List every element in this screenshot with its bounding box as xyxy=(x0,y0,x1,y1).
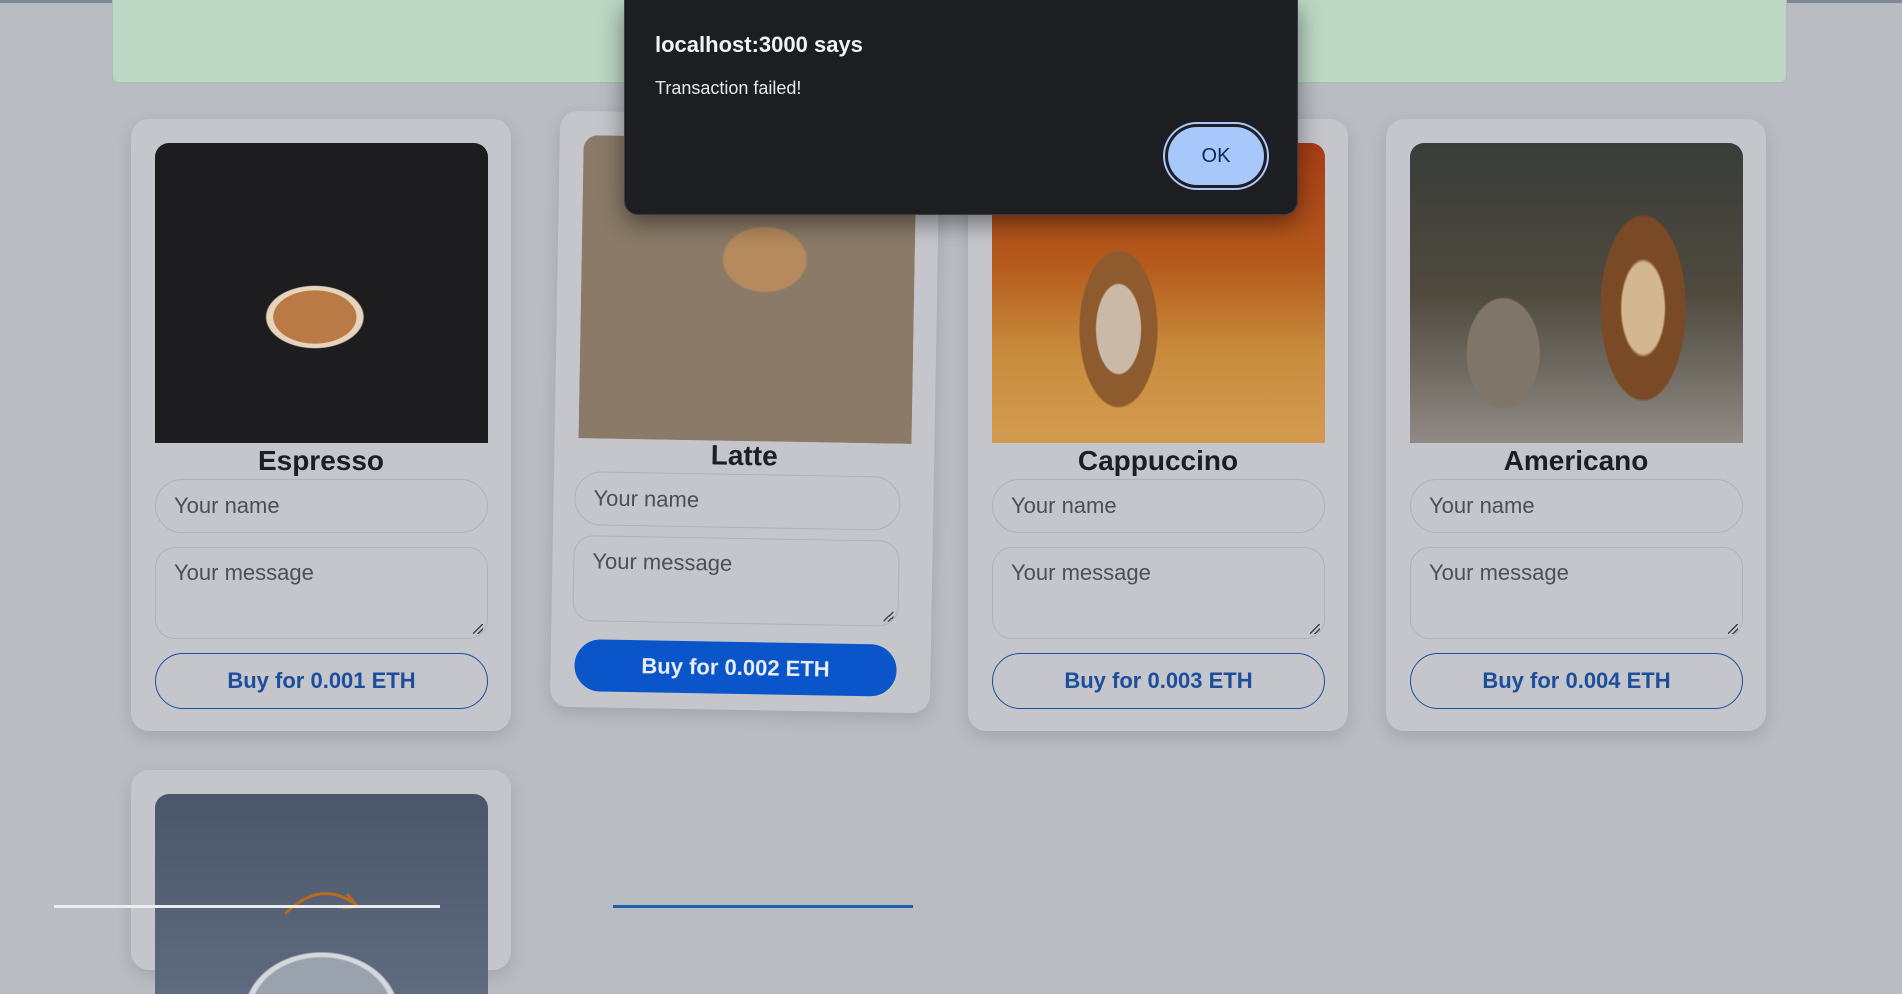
product-title: Americano xyxy=(1503,445,1649,476)
name-input[interactable]: Your name xyxy=(992,479,1325,533)
product-card-fifth xyxy=(131,770,511,994)
ok-button[interactable]: OK xyxy=(1168,127,1264,185)
message-input[interactable]: Your message xyxy=(992,547,1325,639)
name-input[interactable]: Your name xyxy=(155,479,488,533)
product-title: Cappuccino xyxy=(1077,445,1239,476)
arrow-icon xyxy=(283,892,360,916)
dialog-title: localhost:3000 says xyxy=(655,32,863,57)
message-placeholder: Your message xyxy=(1429,560,1569,585)
message-placeholder: Your message xyxy=(592,548,733,576)
product-card-americano: Americano Your name Your message Buy for… xyxy=(1386,119,1766,731)
resize-handle-icon[interactable] xyxy=(883,611,894,622)
buy-button[interactable]: Buy for 0.002 ETH xyxy=(574,639,897,697)
message-input[interactable]: Your message xyxy=(155,547,488,639)
espresso-image xyxy=(155,143,488,443)
message-placeholder: Your message xyxy=(1011,560,1151,585)
name-input[interactable]: Your name xyxy=(574,471,901,531)
resize-handle-icon[interactable] xyxy=(1728,624,1738,634)
buy-button[interactable]: Buy for 0.003 ETH xyxy=(992,653,1325,709)
product-card-espresso: Espresso Your name Your message Buy for … xyxy=(131,119,511,731)
message-input[interactable]: Your message xyxy=(1410,547,1743,639)
resize-handle-icon[interactable] xyxy=(1310,624,1320,634)
dialog-message: Transaction failed! xyxy=(655,78,802,98)
buy-button[interactable]: Buy for 0.004 ETH xyxy=(1410,653,1743,709)
message-placeholder: Your message xyxy=(174,560,314,585)
name-input[interactable]: Your name xyxy=(1410,479,1743,533)
alert-dialog: localhost:3000 says Transaction failed! … xyxy=(624,0,1298,215)
product-image xyxy=(155,794,488,994)
product-title: Espresso xyxy=(257,445,385,476)
coffee-shop-page: Espresso Your name Your message Buy for … xyxy=(0,0,1902,994)
product-title: Latte xyxy=(710,439,778,472)
americano-image xyxy=(1410,143,1743,443)
resize-handle-icon[interactable] xyxy=(473,624,483,634)
buy-button[interactable]: Buy for 0.001 ETH xyxy=(155,653,488,709)
message-input[interactable]: Your message xyxy=(572,535,900,627)
